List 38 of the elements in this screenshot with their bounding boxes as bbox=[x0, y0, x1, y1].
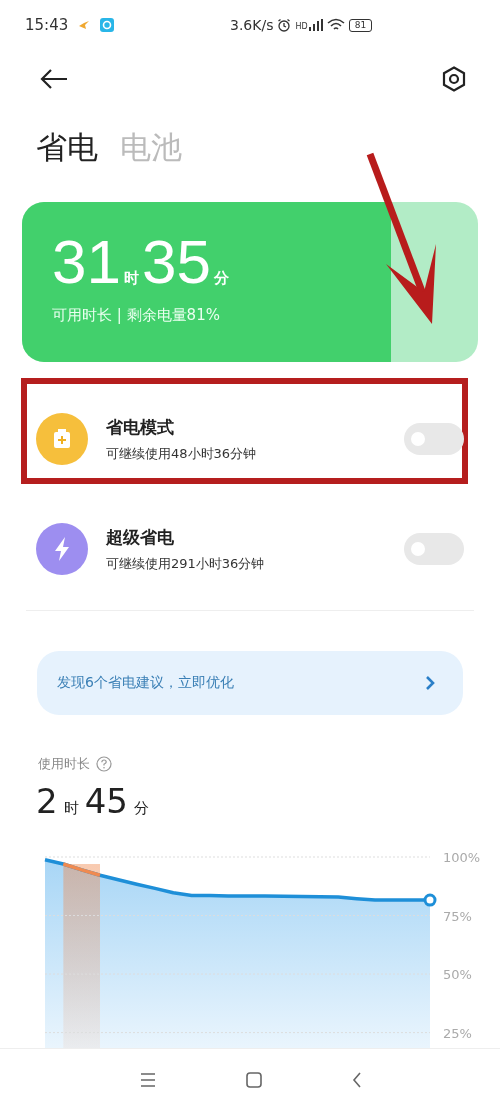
hours-unit: 时 bbox=[123, 269, 139, 288]
settings-icon[interactable] bbox=[442, 66, 466, 92]
app-icon bbox=[100, 18, 115, 32]
usage-minutes-unit: 分 bbox=[133, 799, 149, 818]
mode-subtitle: 可继续使用291小时36分钟 bbox=[106, 554, 266, 573]
minutes-value: 35 bbox=[141, 226, 211, 298]
back-nav-icon[interactable] bbox=[352, 1072, 362, 1088]
help-icon[interactable] bbox=[96, 756, 112, 772]
menu-icon[interactable] bbox=[140, 1073, 156, 1087]
usage-minutes: 45 bbox=[84, 781, 128, 821]
y-axis-label: 100% bbox=[443, 850, 481, 865]
current-point bbox=[423, 893, 437, 907]
usage-hours: 2 bbox=[36, 781, 58, 821]
usage-label: 使用时长 bbox=[38, 755, 90, 773]
home-icon[interactable] bbox=[246, 1072, 262, 1088]
y-axis-label: 25% bbox=[443, 1025, 472, 1041]
battery-caption: 可用时长 | 剩余电量81% bbox=[52, 306, 221, 325]
suggestion-text: 发现6个省电建议，立即优化 bbox=[57, 674, 234, 692]
signal-icon bbox=[308, 19, 323, 31]
battery-indicator: 81 bbox=[348, 18, 373, 32]
mode-title: 省电模式 bbox=[106, 415, 175, 439]
toggle-switch[interactable] bbox=[404, 423, 464, 455]
network-type: HD bbox=[295, 23, 308, 31]
network-speed: 3.6K/s bbox=[230, 17, 274, 33]
suggestion-banner[interactable]: 发现6个省电建议，立即优化 bbox=[37, 651, 463, 715]
clock: 15:43 bbox=[25, 16, 69, 34]
minutes-unit: 分 bbox=[213, 269, 229, 288]
usage-hours-unit: 时 bbox=[63, 799, 79, 818]
chevron-right-icon bbox=[425, 675, 435, 691]
alarm-icon bbox=[277, 18, 292, 32]
y-axis-label: 75% bbox=[443, 908, 472, 924]
wifi-icon bbox=[326, 18, 345, 32]
y-axis-label: 50% bbox=[443, 967, 472, 983]
mode-title: 超级省电 bbox=[106, 525, 175, 549]
tab[interactable]: 省电 bbox=[36, 127, 98, 169]
hours-value: 31 bbox=[52, 226, 121, 298]
back-icon[interactable] bbox=[40, 69, 68, 89]
mode-subtitle: 可继续使用48小时36分钟 bbox=[106, 444, 258, 463]
